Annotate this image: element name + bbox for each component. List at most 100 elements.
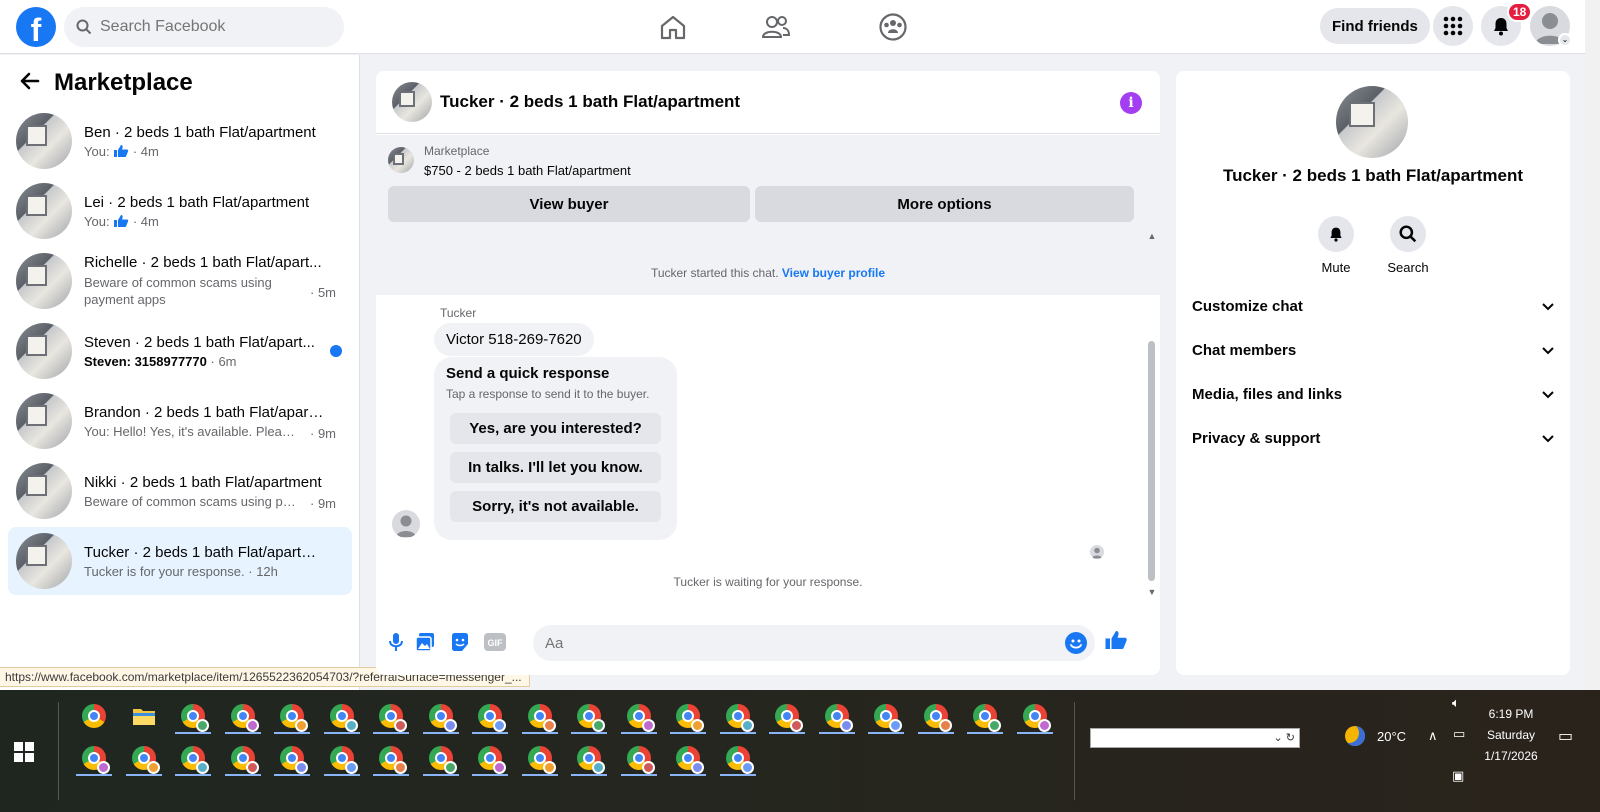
message-input[interactable] xyxy=(533,625,1095,661)
taskbar-toolbar-input[interactable]: ⌄ ↻ xyxy=(1090,728,1300,748)
groups-icon[interactable] xyxy=(875,10,911,44)
chrome-browser-icon[interactable] xyxy=(173,738,213,778)
listing-thumbnail xyxy=(16,533,72,589)
chrome-browser-icon[interactable] xyxy=(322,738,362,778)
scroll-up-arrow-icon[interactable]: ▲ xyxy=(1146,231,1158,241)
chrome-browser-icon[interactable] xyxy=(718,696,758,736)
chevron-down-icon[interactable]: ⌄ xyxy=(1558,33,1572,47)
chrome-browser-icon[interactable] xyxy=(965,696,1005,736)
conversation-item[interactable]: Lei · 2 beds 1 bath Flat/apartment You: … xyxy=(8,177,352,245)
listing-thumbnail[interactable] xyxy=(388,147,414,173)
facebook-logo[interactable]: f xyxy=(16,7,56,47)
weather-widget[interactable]: 20°C xyxy=(1345,726,1406,746)
quick-response-button[interactable]: Yes, are you interested? xyxy=(450,413,661,444)
more-options-button[interactable]: More options xyxy=(755,186,1134,222)
chrome-browser-icon[interactable] xyxy=(1015,696,1055,736)
chrome-browser-icon[interactable] xyxy=(569,738,609,778)
chrome-browser-icon[interactable] xyxy=(371,696,411,736)
quick-response-button[interactable]: Sorry, it's not available. xyxy=(450,491,661,522)
chevron-down-icon xyxy=(1542,299,1554,314)
conversation-item[interactable]: Ben · 2 beds 1 bath Flat/apartment You: … xyxy=(8,107,352,175)
chrome-browser-icon[interactable] xyxy=(668,738,708,778)
view-buyer-button[interactable]: View buyer xyxy=(388,186,750,222)
chrome-browser-icon[interactable] xyxy=(470,738,510,778)
listing-name[interactable]: $750 - 2 beds 1 bath Flat/apartment xyxy=(424,163,631,178)
conversation-item[interactable]: Brandon · 2 beds 1 bath Flat/apart... Yo… xyxy=(8,387,352,455)
notification-center-icon[interactable]: ▭ xyxy=(1558,726,1573,746)
chrome-browser-icon[interactable] xyxy=(619,738,659,778)
chrome-browser-icon[interactable] xyxy=(124,738,164,778)
chrome-browser-icon[interactable] xyxy=(569,696,609,736)
chrome-browser-icon[interactable] xyxy=(520,696,560,736)
view-buyer-profile-link[interactable]: View buyer profile xyxy=(782,266,885,280)
page-scrollbar[interactable] xyxy=(1585,0,1600,690)
chrome-browser-icon[interactable] xyxy=(74,738,114,778)
quick-response-button[interactable]: In talks. I'll let you know. xyxy=(450,452,661,483)
chrome-browser-icon[interactable] xyxy=(371,738,411,778)
conversation-item-active[interactable]: Tucker · 2 beds 1 bath Flat/apartm... Tu… xyxy=(8,527,352,595)
customize-chat-section[interactable]: Customize chat xyxy=(1192,284,1554,328)
chrome-browser-icon[interactable] xyxy=(470,696,510,736)
chrome-browser-icon[interactable] xyxy=(272,738,312,778)
chat-scrollbar[interactable]: ▲ ▼ xyxy=(1146,231,1158,603)
microphone-icon[interactable] xyxy=(384,630,408,654)
chat-window: Tucker · 2 beds 1 bath Flat/apartment i … xyxy=(376,71,1160,675)
chrome-browser-icon[interactable] xyxy=(223,738,263,778)
gif-icon[interactable]: GIF xyxy=(483,630,507,654)
battery-icon[interactable]: ▭ xyxy=(1453,726,1465,742)
chrome-browser-icon[interactable] xyxy=(668,696,708,736)
message-bubble[interactable]: Victor 518-269-7620 xyxy=(434,323,594,356)
home-icon[interactable] xyxy=(655,10,691,44)
chat-members-section[interactable]: Chat members xyxy=(1192,328,1554,372)
taskbar-divider xyxy=(1074,702,1075,800)
conversation-item[interactable]: Richelle · 2 beds 1 bath Flat/apart... B… xyxy=(8,247,352,315)
chrome-browser-icon[interactable] xyxy=(767,696,807,736)
chrome-browser-icon[interactable] xyxy=(718,738,758,778)
menu-grid-button[interactable] xyxy=(1433,6,1473,46)
find-friends-button[interactable]: Find friends xyxy=(1320,8,1430,44)
chat-title[interactable]: Tucker · 2 beds 1 bath Flat/apartment xyxy=(440,92,740,112)
notification-badge: 18 xyxy=(1507,2,1533,22)
sticker-icon[interactable] xyxy=(448,630,472,654)
chrome-browser-icon[interactable] xyxy=(173,696,213,736)
conversation-item[interactable]: Nikki · 2 beds 1 bath Flat/apartment Bew… xyxy=(8,457,352,525)
chat-start-notice: Tucker started this chat. View buyer pro… xyxy=(650,266,886,280)
friends-icon[interactable] xyxy=(758,10,794,44)
chrome-browser-icon[interactable] xyxy=(619,696,659,736)
chevron-down-icon[interactable]: ⌄ ↻ xyxy=(1274,731,1296,744)
volume-icon[interactable]: 🔈︎ xyxy=(1452,695,1460,711)
windows-start-icon[interactable] xyxy=(14,742,34,762)
privacy-support-section[interactable]: Privacy & support xyxy=(1192,416,1554,460)
chrome-browser-icon[interactable] xyxy=(866,696,906,736)
chrome-browser-icon[interactable] xyxy=(223,696,263,736)
mute-button[interactable]: Mute xyxy=(1306,216,1366,275)
chrome-browser-icon[interactable] xyxy=(272,696,312,736)
back-arrow-icon[interactable] xyxy=(20,69,40,97)
scroll-down-arrow-icon[interactable]: ▼ xyxy=(1146,587,1158,597)
network-icon[interactable]: ▣ xyxy=(1452,768,1464,784)
thumbs-up-send-icon[interactable] xyxy=(1104,628,1128,652)
search-input[interactable] xyxy=(100,18,320,36)
conversation-item[interactable]: Steven · 2 beds 1 bath Flat/apart... Ste… xyxy=(8,317,352,385)
file-explorer-icon[interactable] xyxy=(124,696,164,736)
media-files-links-section[interactable]: Media, files and links xyxy=(1192,372,1554,416)
chrome-browser-icon[interactable] xyxy=(916,696,956,736)
chrome-browser-icon[interactable] xyxy=(817,696,857,736)
scrollbar-thumb[interactable] xyxy=(1148,341,1155,581)
photo-icon[interactable] xyxy=(413,630,437,654)
search-bar[interactable] xyxy=(64,7,344,47)
chrome-browser-icon[interactable] xyxy=(74,696,114,736)
emoji-icon[interactable] xyxy=(1065,632,1087,654)
listing-thumbnail[interactable] xyxy=(1336,86,1408,158)
chrome-browser-icon[interactable] xyxy=(322,696,362,736)
chrome-browser-icon[interactable] xyxy=(520,738,560,778)
buyer-avatar[interactable] xyxy=(392,510,420,538)
chrome-browser-icon[interactable] xyxy=(421,696,461,736)
info-icon[interactable]: i xyxy=(1120,92,1142,114)
listing-thumbnail[interactable] xyxy=(392,82,432,122)
show-hidden-icons-icon[interactable]: ∧ xyxy=(1428,728,1438,744)
chrome-browser-icon[interactable] xyxy=(421,738,461,778)
system-clock[interactable]: 6:19 PM Saturday 1/17/2026 xyxy=(1468,704,1554,767)
conversation-title: Lei · 2 beds 1 bath Flat/apartment xyxy=(84,193,310,211)
search-chat-button[interactable]: Search xyxy=(1378,216,1438,275)
